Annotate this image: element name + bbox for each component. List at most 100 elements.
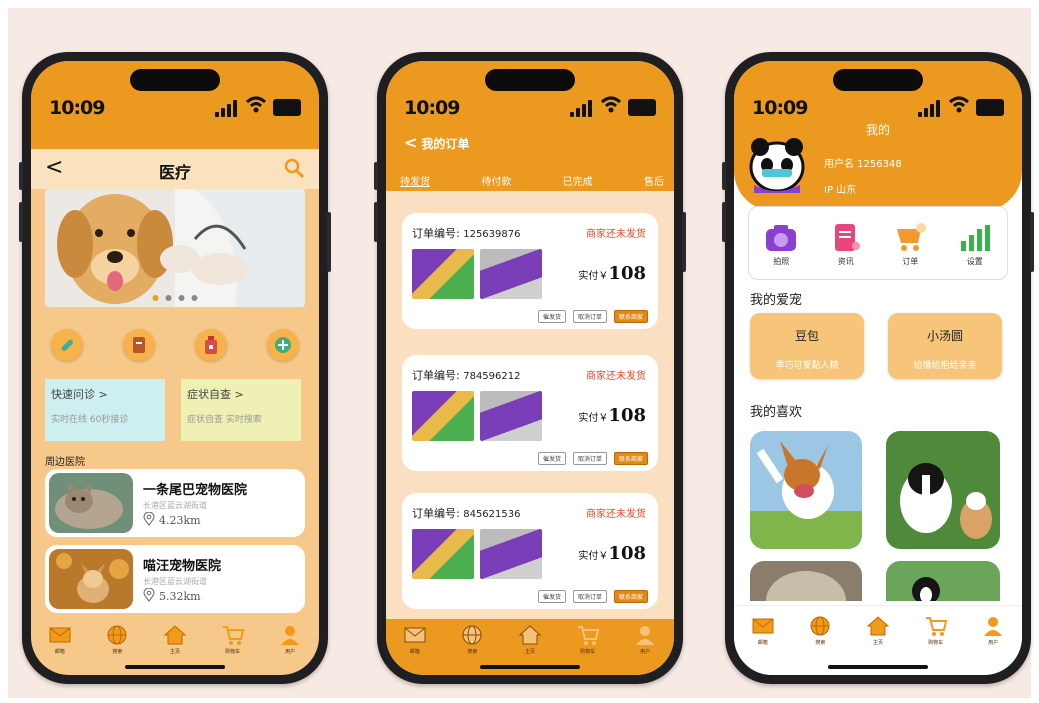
tab-search[interactable]: 搜索 [800, 614, 840, 646]
tab-home[interactable]: 主页 [510, 623, 550, 655]
avatar[interactable] [748, 135, 806, 193]
pet-desc: 给撸给抱给亲亲 [913, 361, 977, 371]
tab-label: 购物车 [928, 640, 944, 646]
menu-camera[interactable]: 拍照 [764, 223, 798, 267]
tab-mail[interactable]: 邮箱 [743, 614, 783, 646]
back-button[interactable]: < [404, 133, 417, 152]
signal-icon [918, 99, 942, 117]
order-card[interactable]: 订单编号: 125639876 商家还未发货 实付￥108 催发货 取消订单 联… [402, 213, 658, 329]
menu-news[interactable]: 资讯 [829, 223, 863, 267]
cancel-order-button[interactable]: 取消订单 [572, 310, 607, 323]
dog-vet-photo [45, 189, 305, 307]
tab-search[interactable]: 搜索 [452, 623, 492, 655]
hospital-card[interactable]: 喵汪宠物医院 长港区蓝云湖街道 5.32km [45, 545, 305, 613]
hospital-address: 长港区蓝云湖街道 [143, 577, 207, 586]
hospital-name: 一条尾巴宠物医院 [143, 483, 248, 498]
favorite-photo[interactable] [886, 561, 1000, 601]
home-indicator [480, 665, 580, 669]
order-actions: 催发货 取消订单 联系商家 [537, 590, 648, 603]
tab-bar: 邮箱 搜索 主页 购物车 用户 [31, 619, 319, 657]
hospital-card[interactable]: 一条尾巴宠物医院 长港区蓝云湖街道 4.23km [45, 469, 305, 537]
tab-completed[interactable]: 已完成 [563, 173, 593, 188]
tab-user[interactable]: 用户 [625, 623, 665, 655]
quick-consult-card[interactable]: 快速问诊 > 实时在线 60秒接诊 [45, 379, 165, 441]
menu-label: 资讯 [837, 257, 854, 266]
plus-icon[interactable] [267, 329, 299, 361]
order-status: 商家还未发货 [586, 509, 646, 520]
user-icon [636, 626, 655, 645]
menu-settings[interactable]: 设置 [958, 223, 992, 267]
screen-medical: 10:09 < 医疗 快速问诊 > 实时在线 60秒接诊 症状自查 > 症状自查… [31, 61, 319, 675]
pet-name: 豆包 [794, 329, 819, 343]
order-actions: 催发货 取消订单 联系商家 [537, 452, 648, 465]
page-title: < 我的订单 [404, 133, 469, 152]
globe-icon [810, 616, 830, 636]
tab-cart[interactable]: 购物车 [213, 623, 253, 655]
self-check-card[interactable]: 症状自查 > 症状自查 实时搜索 [181, 379, 301, 441]
location-pin-icon [143, 588, 155, 602]
contact-seller-button[interactable]: 联系商家 [613, 310, 648, 323]
record-icon[interactable] [123, 329, 155, 361]
self-check-desc: 症状自查 实时搜索 [187, 415, 262, 425]
urge-shipment-button[interactable]: 催发货 [537, 310, 566, 323]
search-icon[interactable] [283, 157, 305, 179]
tab-home[interactable]: 主页 [155, 623, 195, 655]
mail-icon [752, 618, 774, 634]
tab-label: 搜索 [112, 649, 123, 655]
dog-photo [49, 549, 133, 609]
tab-home[interactable]: 主页 [858, 614, 898, 646]
favorite-photo[interactable] [750, 561, 862, 601]
urge-shipment-button[interactable]: 催发货 [537, 452, 566, 465]
wifi-icon [246, 96, 266, 113]
menu-orders[interactable]: 订单 [893, 223, 927, 267]
menu-label: 设置 [966, 257, 983, 266]
cat-photo [49, 473, 133, 533]
contact-seller-button[interactable]: 联系商家 [613, 590, 648, 603]
home-indicator [828, 665, 928, 669]
status-time: 10:09 [49, 97, 105, 119]
order-price: 实付￥108 [578, 263, 646, 284]
urge-shipment-button[interactable]: 催发货 [537, 590, 566, 603]
tab-mail[interactable]: 邮箱 [40, 623, 80, 655]
quick-icons-row [51, 329, 299, 361]
tab-cart[interactable]: 购物车 [916, 614, 956, 646]
banner-carousel[interactable] [45, 189, 305, 307]
ip-location: IP 山东 [824, 185, 857, 196]
pet-card[interactable]: 小汤圆 给撸给抱给亲亲 [888, 313, 1002, 379]
chart-icon [960, 225, 990, 251]
tab-label: 用户 [988, 640, 999, 646]
cancel-order-button[interactable]: 取消订单 [572, 590, 607, 603]
contact-seller-button[interactable]: 联系商家 [613, 452, 648, 465]
favorite-photo[interactable] [750, 431, 862, 549]
camera-icon [766, 225, 797, 251]
pet-desc: 乖巧可爱黏人精 [775, 361, 839, 371]
order-card[interactable]: 订单编号: 784596212 商家还未发货 实付￥108 催发货 取消订单 联… [402, 355, 658, 471]
cancel-order-button[interactable]: 取消订单 [572, 452, 607, 465]
medicine-icon[interactable] [51, 329, 83, 361]
tab-after-sale[interactable]: 售后 [644, 173, 664, 188]
tab-pending-shipment[interactable]: 待发货 [400, 173, 430, 188]
favorite-photo[interactable] [886, 431, 1000, 549]
favorites-label: 我的喜欢 [750, 405, 803, 420]
product-image [480, 249, 542, 299]
home-icon [163, 625, 187, 645]
tab-label: 邮箱 [409, 649, 420, 655]
tab-user[interactable]: 用户 [973, 614, 1013, 646]
user-icon [281, 626, 300, 645]
tab-cart[interactable]: 购物车 [568, 623, 608, 655]
tab-user[interactable]: 用户 [270, 623, 310, 655]
bottle-icon[interactable] [195, 329, 227, 361]
tab-search[interactable]: 搜索 [97, 623, 137, 655]
username: 用户名 1256348 [824, 159, 902, 170]
signal-icon [215, 99, 239, 117]
menu-label: 拍照 [773, 257, 790, 266]
cart-icon [577, 626, 599, 645]
order-card[interactable]: 订单编号: 845621536 商家还未发货 实付￥108 催发货 取消订单 联… [402, 493, 658, 609]
tab-pending-payment[interactable]: 待付款 [481, 173, 511, 188]
tab-mail[interactable]: 邮箱 [395, 623, 435, 655]
order-price: 实付￥108 [578, 543, 646, 564]
mail-icon [49, 627, 71, 643]
pet-card[interactable]: 豆包 乖巧可爱黏人精 [750, 313, 864, 379]
location-pin-icon [143, 512, 155, 526]
order-status: 商家还未发货 [586, 371, 646, 382]
